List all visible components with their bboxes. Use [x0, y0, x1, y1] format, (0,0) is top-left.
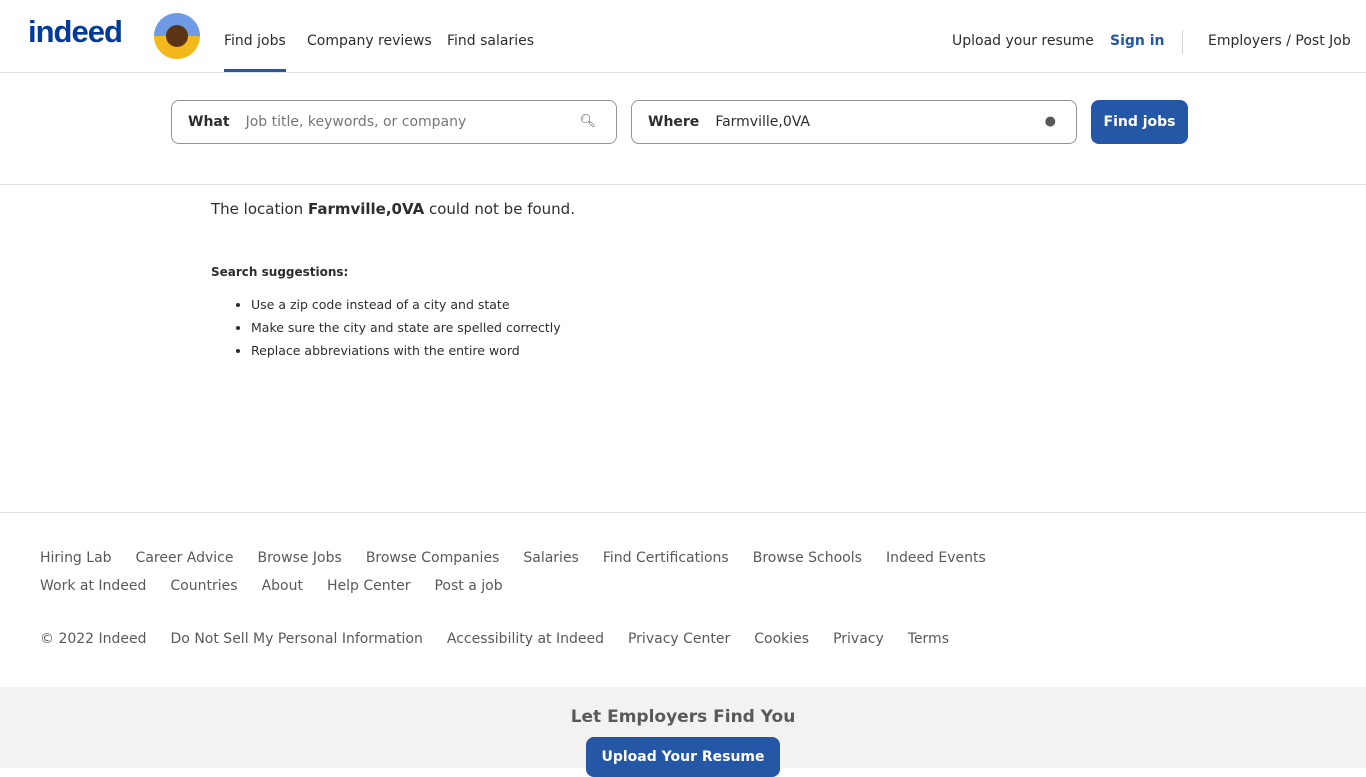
upload-resume-button[interactable]: Upload Your Resume: [586, 737, 780, 777]
error-message: The location Farmville,0VA could not be …: [211, 200, 575, 218]
footer-link[interactable]: Help Center: [327, 578, 411, 594]
footer-link[interactable]: Do Not Sell My Personal Information: [171, 631, 423, 647]
search-icon: 🔍︎: [579, 114, 596, 129]
banner-title: Let Employers Find You: [570, 707, 796, 727]
footer-link[interactable]: Countries: [170, 578, 237, 594]
suggestions-list: Use a zip code instead of a city and sta…: [251, 293, 561, 362]
msg-location: Farmville,0VA: [307, 200, 425, 218]
footer-link[interactable]: Privacy: [833, 631, 884, 647]
where-label: Where: [648, 114, 700, 130]
list-item: Use a zip code instead of a city and sta…: [251, 293, 561, 316]
location-pin-icon: ●: [1044, 114, 1056, 129]
footer-link[interactable]: Salaries: [523, 550, 579, 566]
header: indeed Find jobs Company reviews Find sa…: [0, 0, 1366, 73]
what-label: What: [188, 114, 230, 130]
footer: Hiring Lab Career Advice Browse Jobs Browse…: [0, 512, 1366, 647]
indeed-logo[interactable]: indeed: [28, 14, 123, 50]
search-bar: What Job title, keywords, or company 🔍︎ Wh…: [0, 73, 1366, 185]
upload-resume-link[interactable]: Upload your resume: [952, 33, 1094, 49]
where-input[interactable]: Where Farmville,0VA ●: [631, 100, 1077, 144]
where-value: Farmville,0VA: [715, 114, 810, 130]
footer-link[interactable]: Accessibility at Indeed: [447, 631, 604, 647]
msg-text: could not be found.: [424, 200, 575, 218]
footer-link[interactable]: Indeed Events: [886, 550, 986, 566]
divider: [1182, 30, 1183, 54]
what-input[interactable]: What Job title, keywords, or company 🔍︎: [171, 100, 617, 144]
sign-in-link[interactable]: Sign in: [1110, 33, 1165, 49]
list-item: Replace abbreviations with the entire wo…: [251, 339, 561, 362]
footer-row-3: © 2022 Indeed Do Not Sell My Personal Inf…: [40, 631, 949, 647]
footer-link[interactable]: Hiring Lab: [40, 550, 112, 566]
footer-link[interactable]: About: [262, 578, 303, 594]
nav-find-salaries[interactable]: Find salaries: [447, 33, 534, 49]
what-placeholder: Job title, keywords, or company: [245, 114, 467, 130]
footer-link[interactable]: Terms: [908, 631, 949, 647]
suggestions-title: Search suggestions:: [211, 265, 349, 279]
find-jobs-button[interactable]: Find jobs: [1091, 100, 1188, 144]
msg-text: The location: [211, 200, 308, 218]
nav-company-reviews[interactable]: Company reviews: [307, 33, 432, 49]
employers-link[interactable]: Employers / Post Job: [1208, 33, 1351, 49]
footer-link[interactable]: Cookies: [754, 631, 809, 647]
footer-link[interactable]: Career Advice: [136, 550, 234, 566]
footer-row-1: Hiring Lab Career Advice Browse Jobs Browse…: [40, 550, 986, 566]
sunflower-icon: [154, 13, 200, 59]
footer-link[interactable]: Work at Indeed: [40, 578, 146, 594]
footer-link[interactable]: Browse Jobs: [258, 550, 342, 566]
footer-link[interactable]: Find Certifications: [603, 550, 729, 566]
footer-link[interactable]: Post a job: [434, 578, 502, 594]
nav-find-jobs[interactable]: Find jobs: [224, 33, 286, 72]
footer-row-2: Work at Indeed Countries About Help Center P…: [40, 578, 503, 594]
footer-link[interactable]: Privacy Center: [628, 631, 730, 647]
footer-link[interactable]: Browse Companies: [366, 550, 500, 566]
resume-banner: Let Employers Find You Upload Your Resum…: [0, 687, 1366, 777]
footer-link[interactable]: Browse Schools: [753, 550, 862, 566]
copyright: © 2022 Indeed: [40, 631, 147, 647]
list-item: Make sure the city and state are spelled…: [251, 316, 561, 339]
